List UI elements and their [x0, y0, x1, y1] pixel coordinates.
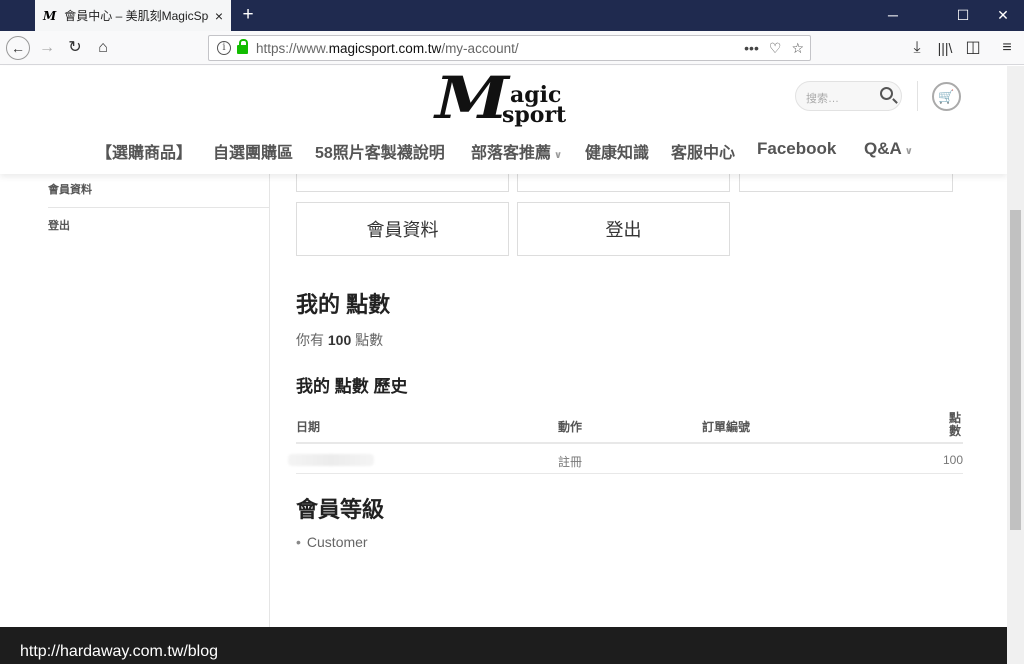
member-level-heading: 會員等級 [296, 497, 385, 522]
points-suffix: 點數 [355, 332, 384, 348]
search-placeholder: 搜索… [806, 93, 839, 105]
menu-icon[interactable]: ≡ [996, 37, 1018, 59]
logout-button[interactable]: 登出 [517, 202, 730, 256]
forward-icon[interactable]: → [36, 37, 58, 59]
profile-button[interactable]: 會員資料 [296, 202, 509, 256]
nav-label: Q&A [864, 139, 902, 158]
reload-icon[interactable]: ↻ [64, 37, 86, 59]
list-item: Customer [296, 534, 368, 550]
nav-item-group-buy[interactable]: 自選團購區 [213, 139, 293, 163]
points-history-table: 日期 動作 訂單編號 點數 註冊 100 [288, 406, 963, 474]
account-sidebar: 住址 訂單 會員資料 登出 [48, 110, 269, 244]
search-icon[interactable] [880, 87, 893, 100]
nav-item-custom-socks[interactable]: 58照片客製襪說明 [315, 139, 445, 163]
sidebar-icon[interactable]: ◫ [962, 37, 984, 59]
chevron-down-icon: ∨ [904, 146, 913, 157]
header-divider [917, 81, 918, 111]
site-logo[interactable]: M agic sport [435, 68, 570, 130]
library-icon[interactable]: |||\ [934, 37, 956, 59]
sidebar-item-profile[interactable]: 會員資料 [48, 172, 269, 208]
more-icon[interactable]: ••• [744, 40, 759, 56]
redacted-date [288, 454, 374, 466]
nav-item-service[interactable]: 客服中心 [671, 139, 735, 163]
url-prefix: https://www. [256, 40, 329, 56]
row-points: 100 [942, 453, 963, 467]
logo-letter: M [435, 64, 510, 132]
nav-label: 部落客推薦 [471, 145, 552, 162]
search-input[interactable]: 搜索… [795, 81, 902, 111]
tab-close-icon[interactable]: × [215, 8, 223, 24]
col-action: 動作 [558, 420, 583, 434]
main-nav: 【選購商品】 自選團購區 58照片客製襪說明 部落客推薦 ∨ 健康知識 客服中心 … [0, 139, 1007, 163]
table-row: 註冊 100 [288, 444, 963, 474]
nav-item-shop[interactable]: 【選購商品】 [96, 139, 192, 163]
url-path: /my-account/ [441, 40, 519, 56]
scrollbar-thumb[interactable] [1010, 210, 1021, 530]
back-icon[interactable]: ← [6, 36, 30, 60]
download-icon[interactable]: ⤓ [906, 37, 928, 59]
minimize-button[interactable]: ─ [870, 0, 916, 31]
lock-icon [237, 39, 248, 54]
url-host: magicsport.com.tw [328, 40, 442, 56]
new-tab-button[interactable]: + [238, 4, 258, 26]
url-bar[interactable]: i https://www. magicsport.com.tw/my-accou… [208, 35, 811, 61]
points-history-heading: 我的 點數 歷史 [296, 377, 408, 396]
nav-item-health[interactable]: 健康知識 [585, 139, 649, 163]
title-bar: M 會員中心 – 美肌刻MagicSport × + ─ ☐ ✕ [0, 0, 1024, 31]
nav-item-qa[interactable]: Q&A ∨ [864, 139, 913, 159]
tab-title: 會員中心 – 美肌刻MagicSport [64, 9, 209, 23]
col-points: 點數 [949, 411, 962, 438]
col-date: 日期 [296, 420, 321, 434]
site-favicon: M [43, 8, 57, 23]
bookmark-star-icon[interactable]: ☆ [791, 40, 804, 57]
nav-item-blogger[interactable]: 部落客推薦 ∨ [471, 139, 562, 163]
site-header: M agic sport 搜索… 🛒 【選購商品】 自選團購區 58照片客製襪說… [0, 66, 1007, 174]
row-action: 註冊 [558, 455, 583, 469]
member-level-list: Customer [296, 534, 368, 550]
points-value: 100 [327, 332, 352, 348]
col-order: 訂單編號 [702, 420, 751, 434]
home-icon[interactable]: ⌂ [92, 37, 114, 59]
points-summary: 你有 100 點數 [296, 330, 383, 350]
close-window-button[interactable]: ✕ [980, 0, 1024, 31]
cart-icon[interactable]: 🛒 [932, 82, 961, 111]
chevron-down-icon: ∨ [554, 150, 563, 161]
watermark-text: http://hardaway.com.tw/blog [20, 643, 219, 660]
info-icon[interactable]: i [217, 41, 231, 55]
browser-tab[interactable]: M 會員中心 – 美肌刻MagicSport × [35, 0, 231, 31]
logo-word-bottom: sport [502, 102, 567, 128]
sidebar-divider [269, 162, 270, 664]
points-prefix: 你有 [296, 332, 324, 348]
browser-toolbar: ← → ↻ ⌂ i https://www. magicsport.com.tw /… [0, 31, 1024, 65]
sidebar-item-logout[interactable]: 登出 [48, 208, 269, 244]
points-heading: 我的 點數 [296, 292, 391, 317]
table-header: 日期 動作 訂單編號 點數 [296, 406, 963, 444]
nav-item-facebook[interactable]: Facebook [757, 139, 836, 159]
pocket-icon[interactable]: ♡ [769, 40, 782, 57]
